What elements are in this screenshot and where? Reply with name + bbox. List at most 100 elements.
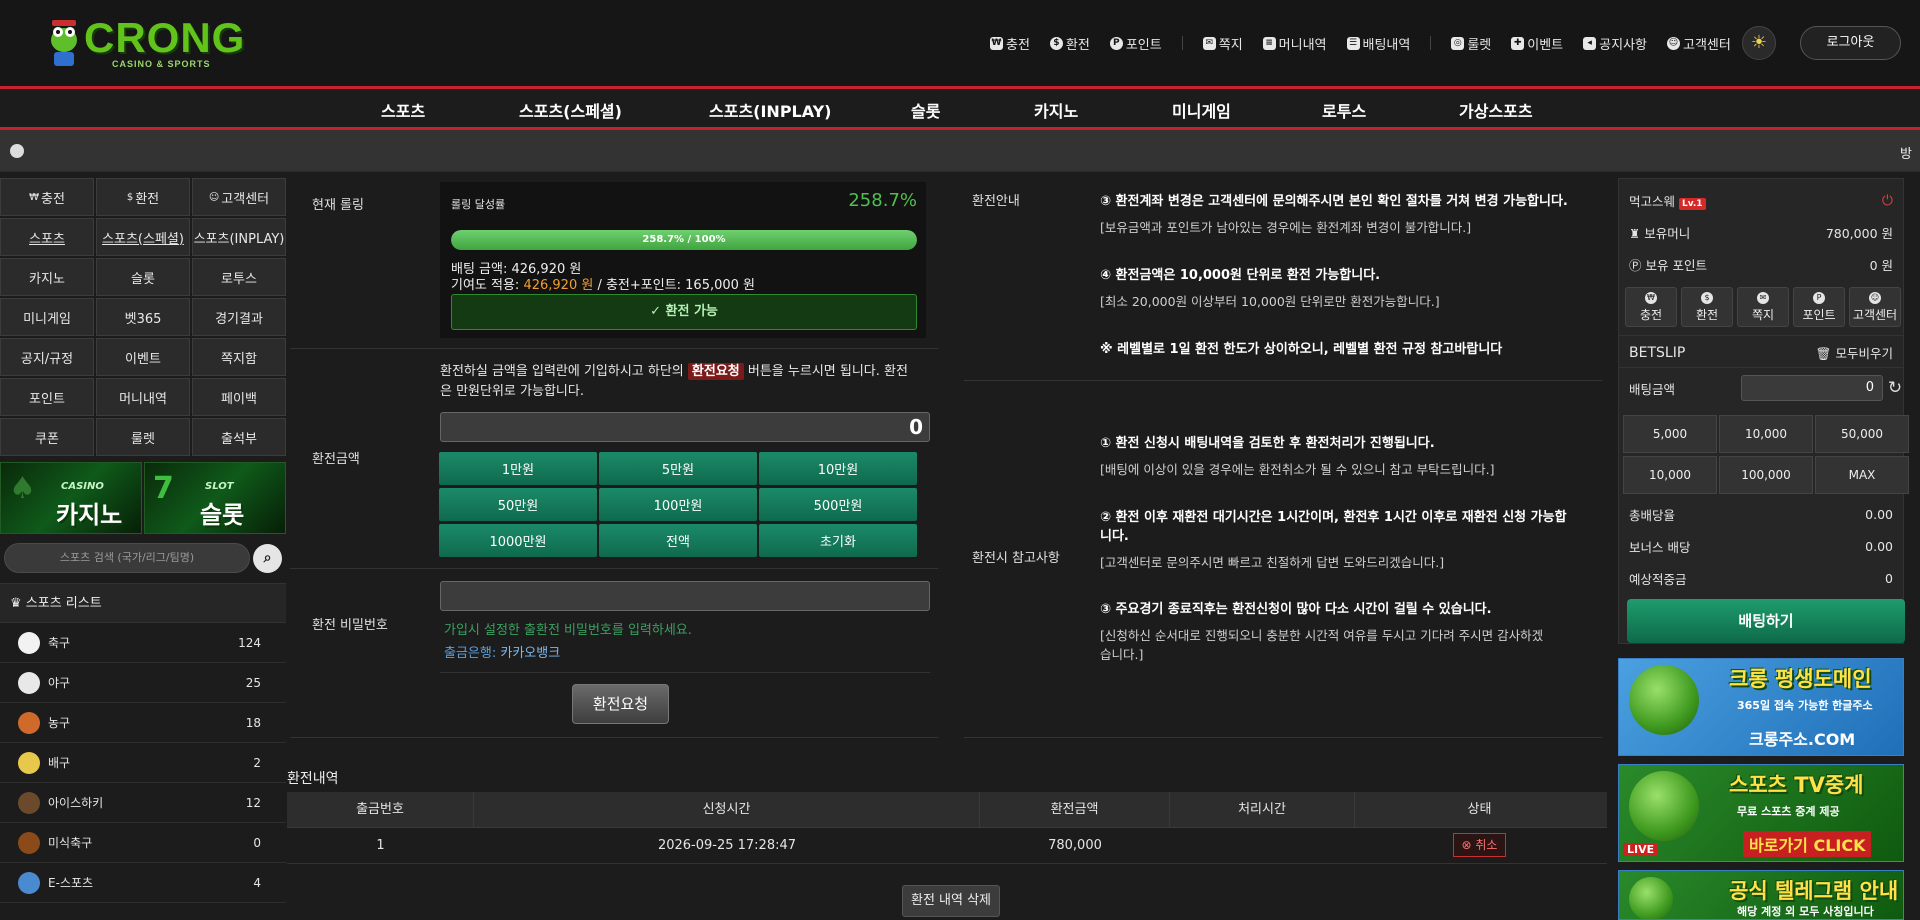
table-header-row: 출금번호 신청시간 환전금액 처리시간 상태 (287, 791, 1607, 828)
exchange-amount-input[interactable]: 0 (440, 412, 930, 442)
exchange-password-input[interactable] (440, 581, 930, 611)
slot-banner[interactable]: 7 SLOT 슬롯 (144, 462, 286, 534)
top-nav-notice[interactable]: ◂ 공지사항 (1583, 34, 1647, 53)
amount-50k-button[interactable]: 5만원 (599, 452, 757, 485)
left-menu-money-history[interactable]: 머니내역 (96, 378, 190, 416)
divider (440, 672, 930, 673)
left-menu-notice[interactable]: 공지/규정 (0, 338, 94, 376)
amount-1m-button[interactable]: 100만원 (599, 488, 757, 521)
top-nav-bet-history[interactable]: ☰ 배팅내역 (1346, 34, 1410, 53)
tv-banner[interactable]: LIVE 스포츠 TV중계 무료 스포츠 중계 제공 바로가기 CLICK (1618, 764, 1904, 862)
sports-search-input[interactable]: 스포츠 검색 (국가/리그/팀명) (4, 543, 250, 573)
bet-max-button[interactable]: MAX (1815, 456, 1909, 494)
left-menu-lotus[interactable]: 로투스 (192, 258, 286, 296)
left-menu-coupon[interactable]: 쿠폰 (0, 418, 94, 456)
left-menu-slot[interactable]: 슬롯 (96, 258, 190, 296)
main-nav-virtual-sports[interactable]: 가상스포츠 (1459, 98, 1533, 122)
place-bet-button[interactable]: 배팅하기 (1627, 599, 1905, 643)
exchange-request-button[interactable]: 환전요청 (572, 684, 669, 724)
main-nav-lotus[interactable]: 로투스 (1322, 98, 1366, 122)
quick-point-button[interactable]: P 포인트 (1793, 287, 1845, 327)
left-menu-sports-special[interactable]: 스포츠(스페셜) (96, 218, 190, 256)
exchange-icon: $ (1701, 291, 1713, 304)
sports-list-item[interactable]: 미식축구 0 (0, 823, 286, 863)
left-menu-casino[interactable]: 카지노 (0, 258, 94, 296)
quick-charge-button[interactable]: ₩ 충전 (1625, 287, 1677, 327)
delete-history-button[interactable]: 환전 내역 삭제 (902, 885, 1000, 917)
left-menu-event[interactable]: 이벤트 (96, 338, 190, 376)
amount-all-button[interactable]: 전액 (599, 524, 757, 557)
sports-list-item[interactable]: 아이스하키 12 (0, 783, 286, 823)
sport-ball-icon (18, 751, 40, 774)
left-menu-results[interactable]: 경기결과 (192, 298, 286, 336)
casino-banner[interactable]: ♠ CASINO 카지노 (0, 462, 142, 534)
left-menu-roulette[interactable]: 룰렛 (96, 418, 190, 456)
domain-banner[interactable]: 크롱 평생도메인 365일 접속 가능한 한글주소 크롱주소.COM (1618, 658, 1904, 756)
bet-amount-input[interactable]: 0 (1741, 375, 1883, 401)
cancel-status-badge[interactable]: ⊗ 취소 (1452, 833, 1507, 857)
site-logo[interactable]: CRONG CASINO & SPORTS (44, 12, 244, 76)
left-menu-inbox[interactable]: 쪽지함 (192, 338, 286, 376)
bet-amount-label: 배팅금액 (1629, 382, 1676, 397)
telegram-banner[interactable]: 공식 텔레그램 안내 해당 계정 외 모두 사칭입니다 (1618, 870, 1904, 920)
quick-support-button[interactable]: ☺ 고객센터 (1849, 287, 1901, 327)
top-nav-point[interactable]: P 포인트 (1109, 34, 1162, 53)
main-nav-sports-inplay[interactable]: 스포츠(INPLAY) (709, 98, 832, 122)
sports-list-item[interactable]: 배구 2 (0, 743, 286, 783)
bonus-odds-row: 보너스 배당 0.00 (1629, 539, 1893, 555)
left-menu-minigame[interactable]: 미니게임 (0, 298, 94, 336)
amount-500k-button[interactable]: 50만원 (439, 488, 597, 521)
main-nav-sports[interactable]: 스포츠 (381, 98, 425, 122)
refresh-icon[interactable]: ↻ (1885, 375, 1905, 401)
amount-10m-button[interactable]: 1000만원 (439, 524, 597, 557)
top-nav-roulette[interactable]: ◎ 룰렛 (1451, 34, 1491, 53)
amount-100k-button[interactable]: 10만원 (759, 452, 917, 485)
row-number: 1 (376, 837, 385, 853)
left-menu-sports[interactable]: 스포츠 (0, 218, 94, 256)
quick-mail-button[interactable]: ✉ 쪽지 (1737, 287, 1789, 327)
sports-list-item[interactable]: 농구 18 (0, 703, 286, 743)
amount-10k-button[interactable]: 1만원 (439, 452, 597, 485)
power-icon[interactable]: ⏻ (1882, 193, 1893, 209)
top-nav-mail[interactable]: ✉ 쪽지 (1202, 34, 1243, 53)
left-menu-sports-inplay[interactable]: 스포츠(INPLAY) (192, 218, 286, 256)
left-menu-point[interactable]: 포인트 (0, 378, 94, 416)
bet-50000-button[interactable]: 50,000 (1815, 415, 1909, 453)
sports-list: 축구 124 야구 25 농구 18 배구 2 아이스하키 12 미식축구 0 E-스포츠 4 (0, 623, 286, 903)
left-menu-charge[interactable]: ₩ 충전 (0, 178, 94, 216)
left-menu-bet365[interactable]: 벳365 (96, 298, 190, 336)
amount-reset-button[interactable]: 초기화 (759, 524, 917, 557)
logout-button[interactable]: 로그아웃 (1800, 26, 1901, 60)
left-menu-attendance[interactable]: 출석부 (192, 418, 286, 456)
point-icon: P (1109, 36, 1123, 50)
top-nav-money-history[interactable]: ≡ 머니내역 (1262, 34, 1327, 53)
main-nav-sports-special[interactable]: 스포츠(스페셜) (519, 98, 622, 122)
bet-5000-button[interactable]: 5,000 (1623, 415, 1717, 453)
top-nav-support[interactable]: ☺ 고객센터 (1667, 34, 1731, 53)
left-menu-exchange[interactable]: $ 환전 (96, 178, 190, 216)
top-nav-exchange[interactable]: $ 환전 (1049, 34, 1090, 53)
search-icon[interactable]: ⌕ (253, 544, 282, 573)
sports-list-item[interactable]: 축구 124 (0, 623, 286, 663)
quick-exchange-button[interactable]: $ 환전 (1681, 287, 1733, 327)
clear-all-button[interactable]: 🗑 모두비우기 (1816, 343, 1893, 362)
sports-list-item[interactable]: E-스포츠 4 (0, 863, 286, 903)
column-header: 상태 (1467, 801, 1492, 817)
main-nav-slot[interactable]: 슬롯 (911, 98, 940, 122)
main-nav-minigame[interactable]: 미니게임 (1172, 98, 1231, 122)
left-menu-payback[interactable]: 페이백 (192, 378, 286, 416)
main-nav-casino[interactable]: 카지노 (1034, 98, 1078, 122)
top-nav-event[interactable]: ✚ 이벤트 (1511, 34, 1563, 53)
bet-10000-button[interactable]: 10,000 (1719, 415, 1813, 453)
amount-5m-button[interactable]: 500만원 (759, 488, 917, 521)
theme-toggle-sun-icon[interactable]: ☀ (1742, 26, 1776, 60)
history-table: 출금번호 신청시간 환전금액 처리시간 상태 1 2026-09-25 17:2… (287, 791, 1607, 864)
bet-100000-button[interactable]: 100,000 (1719, 456, 1813, 494)
sports-list-item[interactable]: 야구 25 (0, 663, 286, 703)
left-menu-support[interactable]: ☺ 고객센터 (192, 178, 286, 216)
top-nav-charge[interactable]: ₩ 충전 (990, 34, 1030, 53)
bet-10000-button[interactable]: 10,000 (1623, 456, 1717, 494)
bet-amount-buttons: 5,000 10,000 50,000 10,000 100,000 MAX (1623, 415, 1909, 494)
rolling-contribution: 기여도 적용: 426,920 원 / 충전+포인트: 165,000 원 (451, 278, 756, 293)
quick-buttons: ₩ 충전 $ 환전 ✉ 쪽지 P 포인트 ☺ 고객센터 (1625, 287, 1901, 327)
